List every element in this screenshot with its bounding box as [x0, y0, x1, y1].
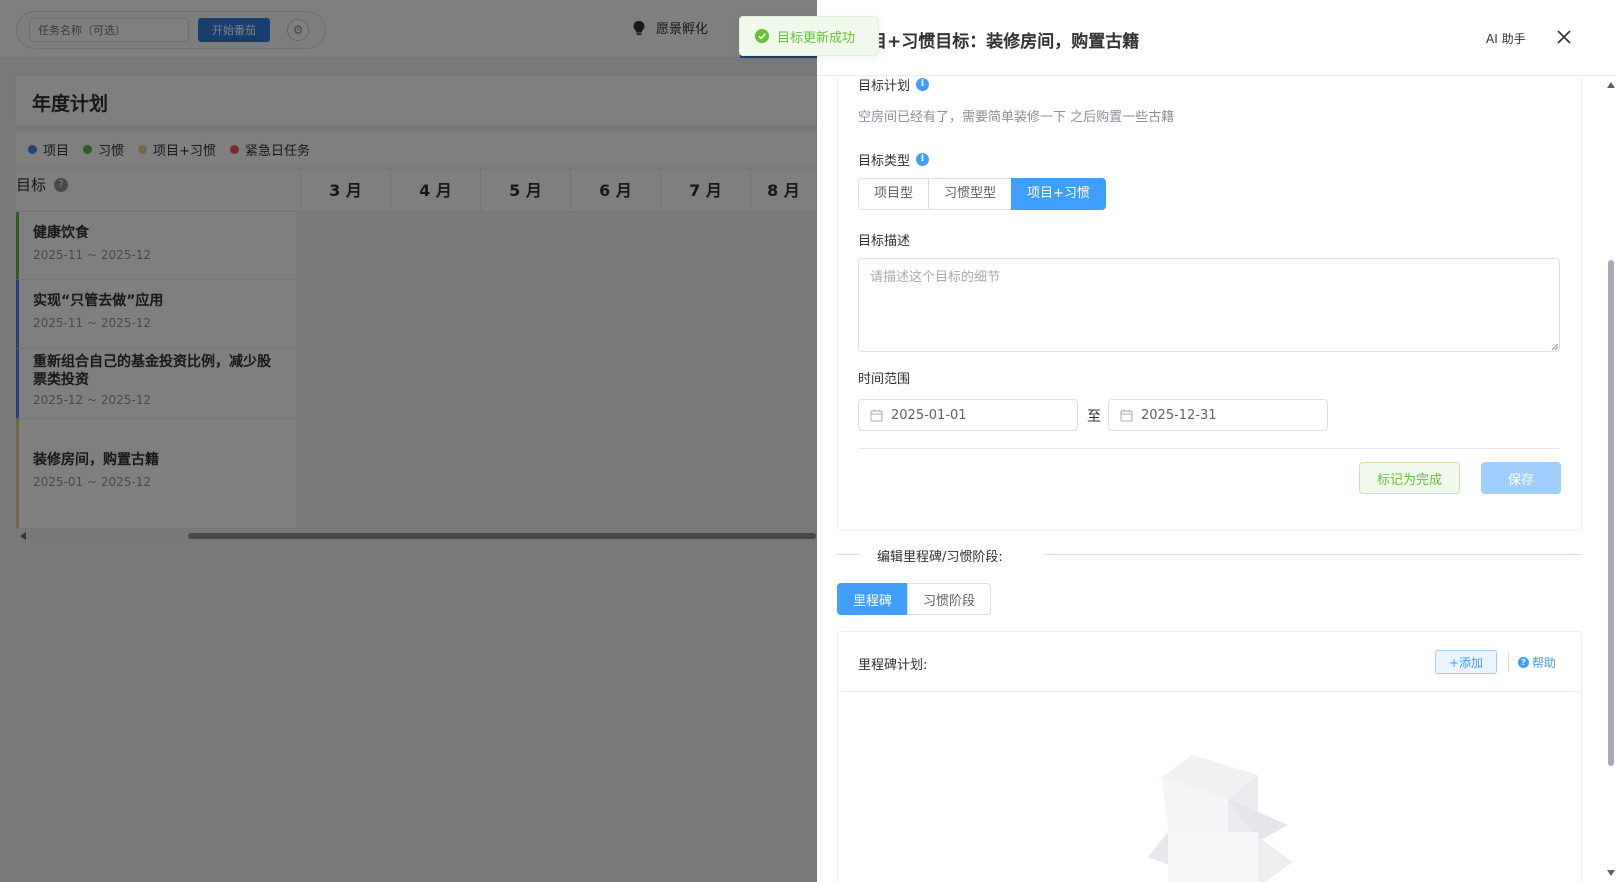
close-icon[interactable]: [1553, 26, 1575, 48]
end-date-value: 2025-12-31: [1141, 407, 1217, 423]
drawer-header: 项目+习惯目标：装修房间，购置古籍 AI 助手: [817, 0, 1617, 76]
milestone-card-header: 里程碑计划: +添加 ? 帮助: [838, 632, 1581, 692]
vertical-scrollbar[interactable]: [1604, 76, 1617, 882]
add-milestone-button[interactable]: +添加: [1435, 650, 1497, 674]
goal-type-selector: 项目型 习惯型型 项目+习惯: [858, 178, 1106, 210]
drawer-body: 目标计划 i 空房间已经有了，需要简单装修一下 之后购置一些古籍 目标类型 i …: [817, 76, 1617, 882]
vertical-scroll-thumb[interactable]: [1608, 260, 1614, 766]
check-circle-icon: [755, 29, 769, 43]
plan-field-label: 目标计划 i: [858, 76, 930, 94]
start-date-value: 2025-01-01: [891, 407, 967, 423]
tab-milestones[interactable]: 里程碑: [837, 583, 909, 615]
header-separator: [1508, 652, 1509, 672]
milestone-section-title: 编辑里程碑/习惯阶段:: [877, 550, 1003, 565]
type-label-text: 目标类型: [858, 154, 911, 169]
date-separator: 至: [1087, 409, 1101, 425]
type-project-habit-button[interactable]: 项目+习惯: [1011, 178, 1106, 210]
scroll-down-arrow-icon[interactable]: [1607, 870, 1615, 876]
desc-field-label: 目标描述: [858, 230, 910, 249]
section-divider: [837, 554, 859, 555]
mark-complete-button[interactable]: 标记为完成: [1359, 462, 1460, 494]
type-project-button[interactable]: 项目型: [858, 178, 930, 210]
type-habit-button[interactable]: 习惯型型: [928, 178, 1013, 210]
tab-habit-stages[interactable]: 习惯阶段: [907, 583, 992, 615]
plan-label-text: 目标计划: [858, 79, 911, 94]
info-icon[interactable]: i: [916, 78, 930, 91]
save-button[interactable]: 保存: [1481, 462, 1561, 494]
start-date-picker[interactable]: 2025-01-01: [858, 399, 1078, 431]
success-toast: 目标更新成功: [739, 16, 879, 56]
milestone-tabs: 里程碑 习惯阶段: [837, 583, 992, 615]
goal-description-textarea[interactable]: [858, 258, 1560, 352]
ai-assistant-button[interactable]: AI 助手: [1486, 30, 1526, 47]
help-button[interactable]: ? 帮助: [1518, 654, 1556, 671]
type-field-label: 目标类型 i: [858, 150, 930, 169]
empty-box-icon: [1148, 755, 1293, 882]
toast-message: 目标更新成功: [777, 30, 856, 46]
milestone-plan-title: 里程碑计划:: [858, 658, 928, 673]
drawer-title: 项目+习惯目标：装修房间，购置古籍: [853, 32, 1140, 52]
time-field-label: 时间范围: [858, 368, 910, 387]
calendar-icon: [1120, 409, 1133, 421]
form-divider: [858, 448, 1560, 449]
calendar-icon: [870, 409, 883, 421]
scroll-up-arrow-icon[interactable]: [1607, 82, 1615, 88]
goal-form-card: 目标计划 i 空房间已经有了，需要简单装修一下 之后购置一些古籍 目标类型 i …: [837, 76, 1582, 531]
resize-handle-icon[interactable]: [1551, 343, 1559, 351]
end-date-picker[interactable]: 2025-12-31: [1108, 399, 1328, 431]
goal-plan-text: 空房间已经有了，需要简单装修一下 之后购置一些古籍: [858, 110, 1175, 125]
desc-label-text: 目标描述: [858, 234, 911, 249]
info-icon[interactable]: i: [916, 153, 930, 166]
help-icon: ?: [1518, 657, 1529, 668]
milestone-card: 里程碑计划: +添加 ? 帮助: [837, 631, 1582, 882]
section-divider: [1043, 554, 1582, 555]
help-label: 帮助: [1532, 656, 1557, 670]
time-label-text: 时间范围: [858, 372, 911, 387]
goal-edit-drawer: 目标计划 i 空房间已经有了，需要简单装修一下 之后购置一些古籍 目标类型 i …: [817, 0, 1617, 882]
